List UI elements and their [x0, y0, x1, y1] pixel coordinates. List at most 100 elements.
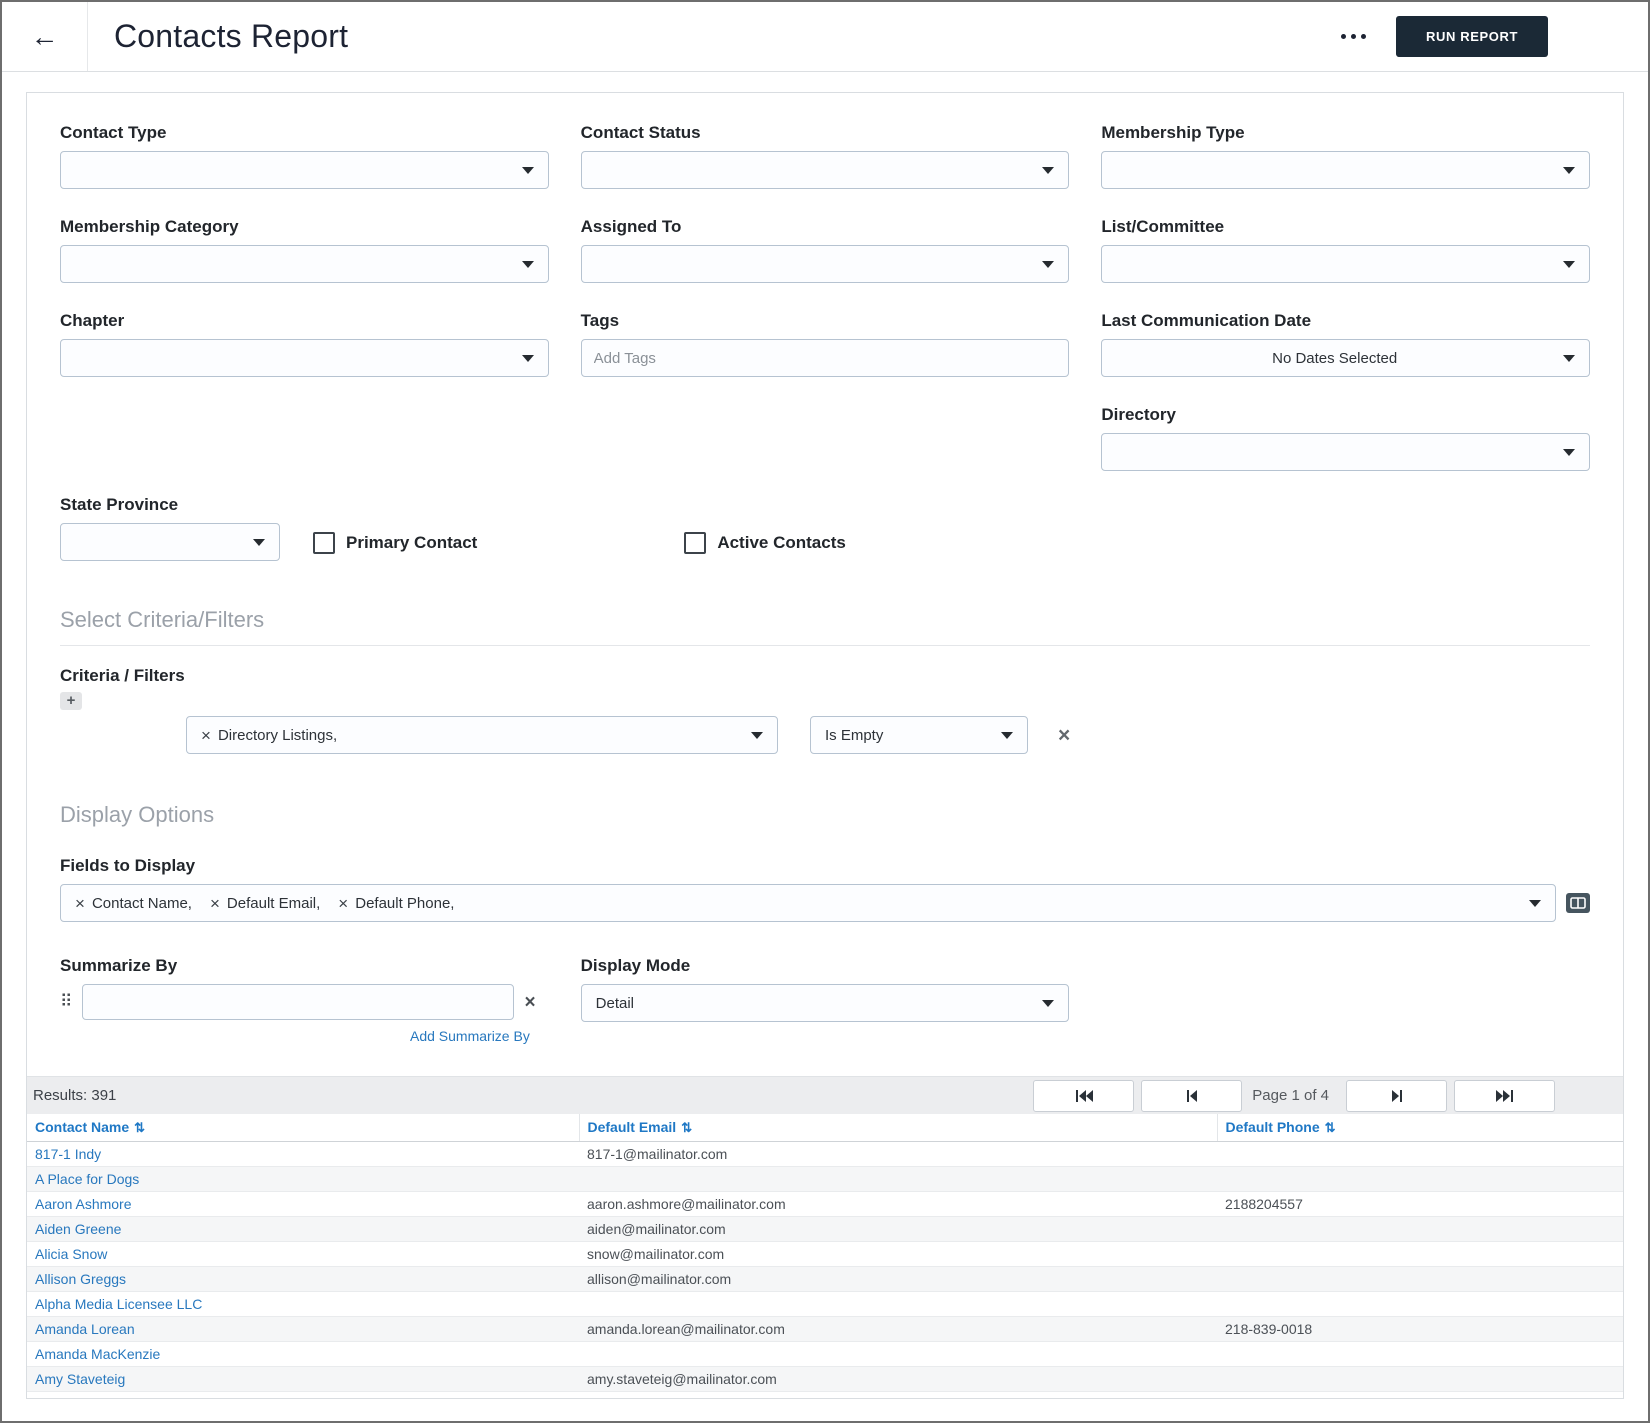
field-tags: Tags	[580, 311, 1070, 377]
report-card: Contact Type Contact Status Membership T…	[26, 92, 1624, 1399]
email-cell: amanda.lorean@mailinator.com	[579, 1316, 1217, 1342]
chevron-down-icon	[521, 166, 534, 174]
contact-status-select[interactable]	[580, 151, 1070, 189]
contact-type-select[interactable]	[60, 151, 549, 189]
remove-chip-icon[interactable]: ×	[201, 727, 211, 744]
back-button[interactable]: ←	[2, 2, 88, 71]
pagination: Page 1 of 4	[1026, 1079, 1555, 1112]
filters-section: Contact Type Contact Status Membership T…	[60, 123, 1590, 471]
contact-link[interactable]: Alpha Media Licensee LLC	[35, 1296, 202, 1312]
primary-contact-option: Primary Contact	[313, 532, 477, 554]
field-last-communication-date: Last Communication Date No Dates Selecte…	[1101, 311, 1590, 377]
table-row: 817-1 Indy 817-1@mailinator.com	[27, 1141, 1623, 1167]
table-row: Aiden Greene aiden@mailinator.com	[27, 1216, 1623, 1242]
chevron-down-icon	[1562, 448, 1575, 456]
field-membership-type: Membership Type	[1101, 123, 1590, 189]
display-mode-select[interactable]: Detail	[580, 984, 1070, 1022]
phone-cell	[1217, 1241, 1623, 1267]
last-communication-date-select[interactable]: No Dates Selected	[1101, 339, 1590, 377]
sort-icon[interactable]: ⇅	[134, 1120, 145, 1135]
last-page-button[interactable]	[1454, 1079, 1555, 1112]
list-committee-select[interactable]	[1101, 245, 1590, 283]
remove-chip-icon[interactable]: ×	[75, 895, 85, 912]
results-count: Results: 391	[33, 1087, 117, 1104]
chevron-down-icon	[1001, 731, 1013, 739]
remove-chip-icon[interactable]: ×	[338, 895, 348, 912]
email-cell: 817-1@mailinator.com	[579, 1141, 1217, 1167]
add-criteria-button[interactable]: +	[60, 692, 82, 710]
add-summarize-link[interactable]: Add Summarize By	[410, 1028, 530, 1044]
sort-icon[interactable]: ⇅	[1325, 1120, 1336, 1135]
report-form: Contact Type Contact Status Membership T…	[27, 93, 1623, 1046]
criteria-operator-select[interactable]: Is Empty	[810, 716, 1028, 754]
membership-category-select[interactable]	[60, 245, 549, 283]
display-mode-label: Display Mode	[580, 956, 691, 975]
remove-chip-icon[interactable]: ×	[210, 895, 220, 912]
email-cell	[579, 1341, 1217, 1367]
criteria-chip: × Directory Listings,	[201, 725, 338, 745]
first-page-button[interactable]	[1033, 1079, 1135, 1112]
contact-link[interactable]: Amanda Lorean	[35, 1321, 135, 1337]
primary-contact-checkbox[interactable]	[313, 532, 335, 554]
table-row: Amanda Lorean amanda.lorean@mailinator.c…	[27, 1316, 1623, 1342]
column-header-contact-name[interactable]: Contact Name ⇅	[27, 1114, 580, 1142]
contact-link[interactable]: Aaron Ashmore	[35, 1196, 132, 1212]
contact-link[interactable]: Allison Greggs	[35, 1271, 126, 1287]
summarize-by-input[interactable]	[82, 984, 515, 1020]
tags-input[interactable]	[580, 339, 1070, 377]
fields-to-display-select[interactable]: × Contact Name, × Default Email, × Defau…	[60, 884, 1556, 922]
phone-cell	[1217, 1141, 1623, 1167]
column-header-default-phone[interactable]: Default Phone ⇅	[1217, 1114, 1623, 1142]
phone-cell: 2188204557	[1217, 1191, 1623, 1217]
run-report-button[interactable]: RUN REPORT	[1396, 16, 1548, 57]
column-header-default-email[interactable]: Default Email ⇅	[579, 1114, 1218, 1142]
email-cell: aiden@mailinator.com	[579, 1216, 1217, 1242]
chevron-down-icon	[521, 354, 534, 362]
contact-link[interactable]: Amy Staveteig	[35, 1371, 125, 1387]
table-row: Allison Greggs allison@mailinator.com	[27, 1266, 1623, 1292]
table-row: A Place for Dogs	[27, 1166, 1623, 1192]
state-province-row: State Province Primary Contact Active Co…	[60, 495, 1590, 561]
summarize-by-field: Summarize By ⠿ × Add Summarize By	[60, 956, 549, 1046]
contact-link[interactable]: Aiden Greene	[35, 1221, 121, 1237]
criteria-select[interactable]: × Directory Listings,	[186, 716, 778, 754]
primary-contact-label: Primary Contact	[346, 533, 478, 552]
previous-page-button[interactable]	[1141, 1079, 1243, 1112]
table-row: Alicia Snow snow@mailinator.com	[27, 1241, 1623, 1267]
membership-type-select[interactable]	[1101, 151, 1590, 189]
drag-handle-icon[interactable]: ⠿	[60, 992, 72, 1012]
field-state-province: State Province	[60, 495, 280, 561]
contact-status-label: Contact Status	[580, 123, 701, 142]
chevron-down-icon	[1042, 999, 1055, 1007]
remove-criteria-button[interactable]: ×	[1058, 725, 1070, 746]
field-assigned-to: Assigned To	[580, 217, 1070, 283]
contact-link[interactable]: 817-1 Indy	[35, 1146, 101, 1162]
chevron-down-icon	[253, 538, 265, 546]
phone-cell	[1217, 1166, 1623, 1192]
column-picker-button[interactable]	[1566, 893, 1590, 913]
state-province-select[interactable]	[60, 523, 280, 561]
clear-summarize-icon[interactable]: ×	[524, 993, 535, 1012]
contact-type-label: Contact Type	[60, 123, 167, 142]
table-columns-icon	[1570, 897, 1586, 909]
more-options-button[interactable]	[1331, 24, 1376, 49]
active-contacts-checkbox[interactable]	[684, 532, 707, 554]
phone-cell: 218-839-0018	[1217, 1316, 1623, 1342]
chevron-down-icon	[1562, 166, 1575, 174]
contact-link[interactable]: A Place for Dogs	[35, 1171, 139, 1187]
contact-link[interactable]: Amanda MacKenzie	[35, 1346, 160, 1362]
next-page-button[interactable]	[1346, 1079, 1447, 1112]
directory-select[interactable]	[1101, 433, 1590, 471]
contact-link[interactable]: Alicia Snow	[35, 1246, 107, 1262]
header: ← Contacts Report RUN REPORT	[2, 2, 1648, 72]
assigned-to-select[interactable]	[580, 245, 1070, 283]
sort-icon[interactable]: ⇅	[681, 1120, 692, 1135]
arrow-left-icon: ←	[30, 20, 59, 52]
table-row: Amy Staveteig amy.staveteig@mailinator.c…	[27, 1366, 1623, 1392]
page-title: Contacts Report	[114, 18, 349, 54]
chapter-select[interactable]	[60, 339, 549, 377]
email-cell	[579, 1291, 1217, 1317]
results-section: Results: 391 Page 1 of 4 Contact Name ⇅ …	[27, 1076, 1623, 1392]
header-actions: RUN REPORT	[1331, 16, 1648, 57]
phone-cell	[1217, 1366, 1623, 1392]
